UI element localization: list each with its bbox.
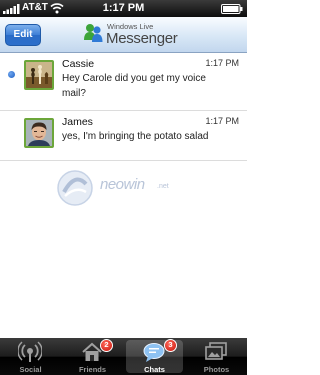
status-bar: AT&T 1:17 PM [0, 0, 247, 17]
watermark-text: neowin [100, 176, 145, 193]
person-avatar-icon [26, 120, 52, 146]
watermark-suffix: .net [157, 183, 169, 190]
chats-badge: 3 [164, 339, 177, 352]
tab-friends[interactable]: 2 Friends [62, 338, 123, 375]
chat-row-cassie[interactable]: Cassie 1:17 PM Hey Carole did you get my… [0, 53, 247, 111]
tab-label: Friends [78, 365, 107, 374]
friends-badge: 2 [100, 339, 113, 352]
message-preview: Hey Carole did you get my voice mail? [62, 73, 206, 99]
chess-pieces-avatar-icon [26, 62, 52, 88]
avatar [24, 60, 54, 90]
logo-messenger-text: Messenger [106, 30, 178, 47]
contact-name: Cassie [62, 58, 95, 70]
tab-photos[interactable]: Photos [186, 338, 247, 375]
social-icon [18, 341, 42, 362]
tab-bar: Social 2 Friends 3 Chats Photos [0, 338, 247, 375]
tab-label: Social [19, 365, 42, 374]
message-preview: yes, I'm bringing the potato salad [62, 131, 209, 142]
tab-chats[interactable]: 3 Chats [124, 338, 185, 375]
chats-icon [143, 343, 165, 362]
battery-icon [221, 4, 243, 14]
photos-icon [205, 342, 227, 360]
status-time: 1:17 PM [102, 2, 145, 14]
edit-button[interactable]: Edit [5, 24, 41, 46]
tab-label: Chats [144, 365, 165, 374]
messenger-logo-icon [84, 24, 103, 42]
contact-name: James [62, 116, 93, 128]
tab-social[interactable]: Social [0, 338, 61, 375]
tab-label: Photos [203, 365, 230, 374]
message-time: 1:17 PM [205, 58, 239, 68]
message-time: 1:17 PM [205, 116, 239, 126]
navigation-bar: Edit Windows Live Messenger [0, 17, 247, 53]
unread-indicator-icon [8, 71, 15, 78]
avatar [24, 118, 54, 148]
chat-row-james[interactable]: James 1:17 PM yes, I'm bringing the pota… [0, 111, 247, 161]
